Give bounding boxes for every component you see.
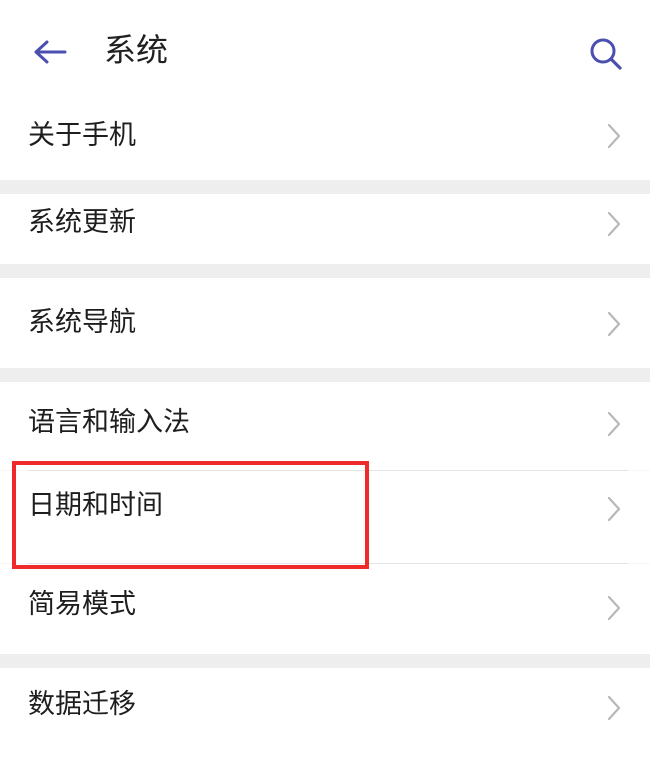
chevron-right-icon: [607, 311, 621, 337]
menu-item-system-update[interactable]: 系统更新: [0, 194, 650, 264]
section-divider: [0, 264, 650, 278]
section-divider: [0, 368, 650, 382]
menu-item-language-input[interactable]: 语言和输入法: [0, 382, 650, 470]
menu-item-date-time[interactable]: 日期和时间: [0, 471, 650, 563]
back-arrow-icon: [34, 40, 67, 64]
menu-item-about-phone[interactable]: 关于手机: [0, 92, 650, 180]
settings-screen: 系统 关于手机 系统更新 系统导航 语言和输入法 日期和时间 简易模式 数据迁移: [0, 0, 650, 761]
back-button[interactable]: [26, 28, 74, 76]
page-title: 系统: [104, 31, 169, 69]
chevron-right-icon: [607, 123, 621, 149]
menu-item-label: 系统更新: [28, 207, 136, 238]
menu-item-label: 关于手机: [28, 120, 136, 151]
search-icon: [590, 38, 622, 70]
menu-item-simple-mode[interactable]: 简易模式: [0, 564, 650, 654]
chevron-right-icon: [607, 595, 621, 621]
menu-item-label: 语言和输入法: [28, 407, 190, 438]
chevron-right-icon: [607, 496, 621, 522]
menu-item-data-migration[interactable]: 数据迁移: [0, 668, 650, 761]
section-divider: [0, 654, 650, 668]
menu-item-label: 数据迁移: [28, 689, 136, 720]
menu-item-label: 系统导航: [28, 307, 136, 338]
section-divider: [0, 180, 650, 194]
search-button[interactable]: [582, 30, 630, 78]
chevron-right-icon: [607, 411, 621, 437]
menu-item-label: 日期和时间: [28, 490, 163, 521]
chevron-right-icon: [607, 211, 621, 237]
app-header: 系统: [0, 0, 650, 92]
menu-item-label: 简易模式: [28, 589, 136, 620]
chevron-right-icon: [607, 695, 621, 721]
menu-item-system-navigation[interactable]: 系统导航: [0, 278, 650, 368]
